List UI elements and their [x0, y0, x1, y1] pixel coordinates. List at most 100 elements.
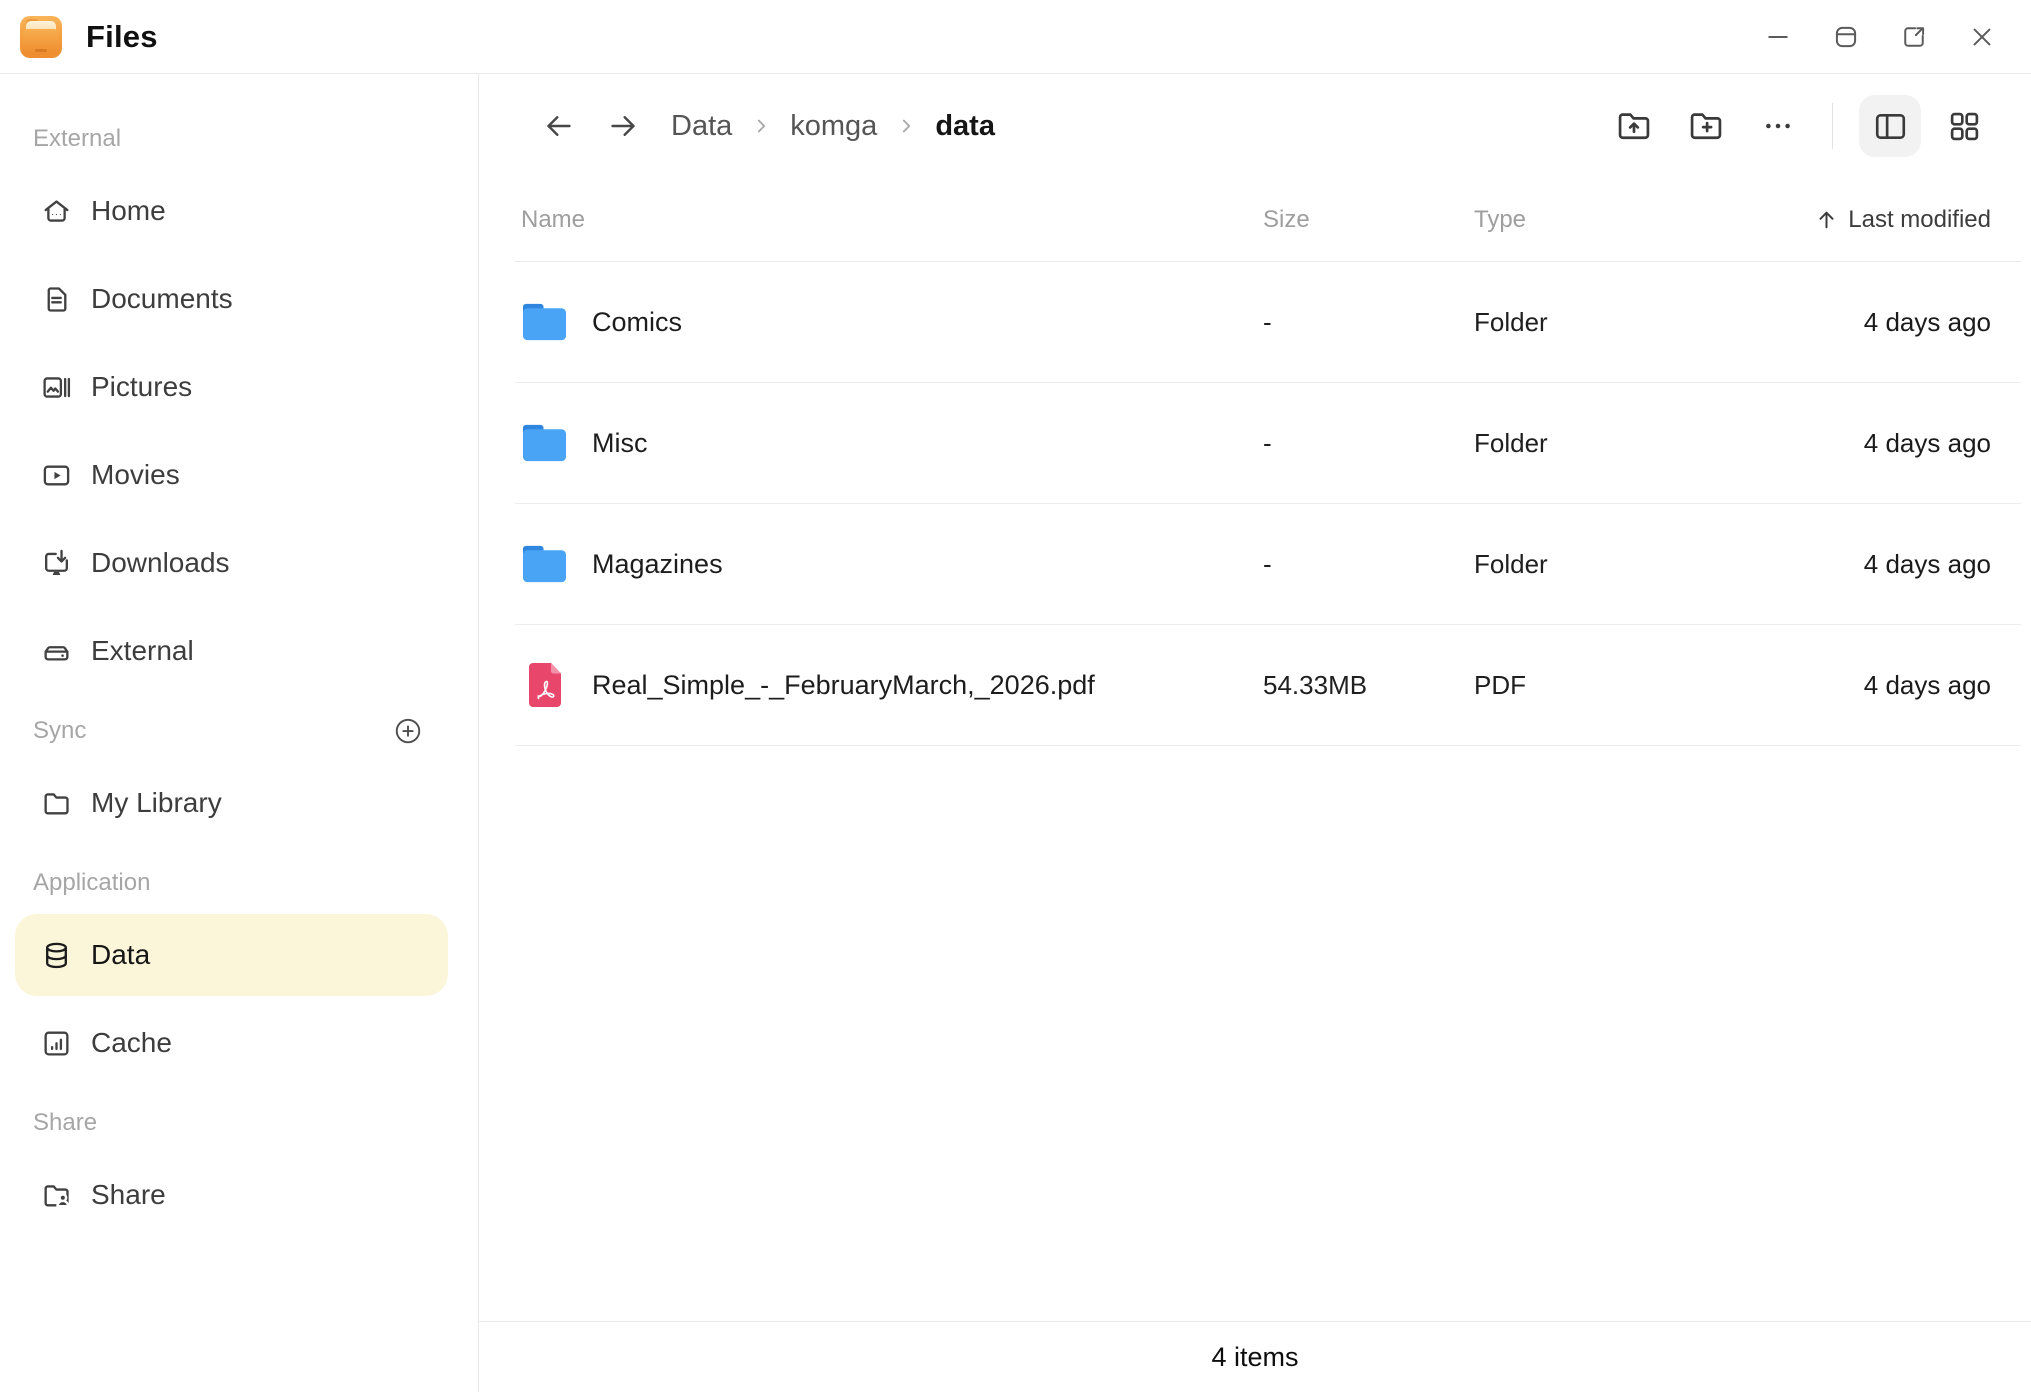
- window-content: External Home Documents Pictures: [0, 74, 2031, 1392]
- file-modified: 4 days ago: [1864, 307, 2021, 338]
- file-name: Real_Simple_-_FebruaryMarch,_2026.pdf: [592, 670, 1095, 701]
- forward-button[interactable]: [605, 108, 641, 144]
- statusbar: 4 items: [479, 1321, 2031, 1392]
- item-count: 4 items: [1211, 1342, 1298, 1373]
- breadcrumb-item-current[interactable]: data: [935, 110, 995, 143]
- file-size: -: [1263, 428, 1474, 459]
- folder-plus-icon: [1687, 107, 1725, 145]
- files-app-icon: [20, 16, 62, 58]
- section-label: Sync: [33, 717, 86, 745]
- file-name: Magazines: [592, 549, 723, 580]
- breadcrumb-item-komga[interactable]: komga: [790, 110, 877, 143]
- minimize-button[interactable]: [1763, 22, 1793, 52]
- cache-icon: [40, 1027, 72, 1059]
- chevron-right-icon: [893, 113, 919, 139]
- movies-icon: [40, 459, 72, 491]
- sidebar-item-my-library[interactable]: My Library: [15, 762, 448, 844]
- section-label: External: [33, 125, 121, 153]
- sidebar-item-share[interactable]: Share: [15, 1154, 448, 1236]
- column-header-size[interactable]: Size: [1263, 206, 1474, 234]
- blue-folder-icon: [521, 540, 568, 588]
- file-type: Folder: [1474, 549, 1781, 580]
- drive-icon: [40, 635, 72, 667]
- files-window: Files External: [0, 0, 2031, 1392]
- table-row-comics[interactable]: Comics - Folder 4 days ago: [515, 262, 2021, 383]
- sort-arrow-up-icon: [1814, 207, 1839, 232]
- table-header: Name Size Type Last modified: [515, 178, 2021, 262]
- sidebar-item-label: Cache: [91, 1027, 172, 1059]
- column-header-type[interactable]: Type: [1474, 206, 1781, 234]
- chevron-right-icon: [748, 113, 774, 139]
- section-label: Share: [33, 1109, 97, 1137]
- file-type: PDF: [1474, 670, 1781, 701]
- titlebar: Files: [0, 0, 2031, 74]
- file-type: Folder: [1474, 307, 1781, 338]
- move-to-folder-button[interactable]: [1614, 106, 1654, 146]
- file-size: -: [1263, 549, 1474, 580]
- list-view-toggle[interactable]: [1859, 95, 1921, 157]
- file-modified: 4 days ago: [1864, 428, 2021, 459]
- sidebar-item-label: Data: [91, 939, 150, 971]
- app-title: Files: [86, 19, 158, 55]
- open-new-window-button[interactable]: [1899, 22, 1929, 52]
- grid-view-toggle[interactable]: [1933, 95, 1995, 157]
- new-folder-button[interactable]: [1686, 106, 1726, 146]
- sidebar-section-external: External: [33, 118, 423, 160]
- file-table: Name Size Type Last modified Comics: [515, 178, 2021, 746]
- table-row-magazines[interactable]: Magazines - Folder 4 days ago: [515, 504, 2021, 625]
- maximize-button[interactable]: [1831, 22, 1861, 52]
- sidebar-item-pictures[interactable]: Pictures: [15, 346, 448, 428]
- more-options-button[interactable]: [1758, 106, 1798, 146]
- file-type: Folder: [1474, 428, 1781, 459]
- downloads-icon: [40, 547, 72, 579]
- file-modified: 4 days ago: [1864, 549, 2021, 580]
- sidebar-item-label: Movies: [91, 459, 180, 491]
- folder-up-icon: [1615, 107, 1653, 145]
- sidebar-item-label: Pictures: [91, 371, 192, 403]
- column-header-modified[interactable]: Last modified: [1814, 206, 2021, 234]
- file-name: Comics: [592, 307, 682, 338]
- toolbar: Data komga data: [479, 74, 2031, 178]
- sidebar-section-application: Application: [33, 862, 423, 904]
- breadcrumb: Data komga data: [671, 110, 995, 143]
- sidebar-section-share: Share: [33, 1102, 423, 1144]
- sidebar-item-movies[interactable]: Movies: [15, 434, 448, 516]
- folder-user-icon: [40, 1179, 72, 1211]
- database-icon: [40, 939, 72, 971]
- close-button[interactable]: [1967, 22, 1997, 52]
- sidebar-item-label: Home: [91, 195, 166, 227]
- column-header-name[interactable]: Name: [515, 206, 1263, 234]
- toolbar-divider: [1832, 103, 1833, 149]
- sidebar-item-data[interactable]: Data: [15, 914, 448, 996]
- sidebar-item-label: Share: [91, 1179, 166, 1211]
- section-label: Application: [33, 869, 150, 897]
- main-panel: Data komga data: [479, 74, 2031, 1392]
- pictures-icon: [40, 371, 72, 403]
- blue-folder-icon: [521, 298, 568, 346]
- pdf-file-icon: [521, 661, 568, 709]
- sidebar-item-documents[interactable]: Documents: [15, 258, 448, 340]
- blue-folder-icon: [521, 419, 568, 467]
- sidebar-item-label: My Library: [91, 787, 222, 819]
- table-row-pdf[interactable]: Real_Simple_-_FebruaryMarch,_2026.pdf 54…: [515, 625, 2021, 746]
- sidebar-item-home[interactable]: Home: [15, 170, 448, 252]
- table-row-misc[interactable]: Misc - Folder 4 days ago: [515, 383, 2021, 504]
- sidebar-item-downloads[interactable]: Downloads: [15, 522, 448, 604]
- file-size: -: [1263, 307, 1474, 338]
- window-controls: [1763, 22, 1997, 52]
- ellipsis-icon: [1760, 108, 1796, 144]
- add-sync-button[interactable]: [393, 716, 423, 746]
- app-identity: Files: [20, 16, 158, 58]
- home-icon: [40, 195, 72, 227]
- folder-icon: [40, 787, 72, 819]
- file-modified: 4 days ago: [1864, 670, 2021, 701]
- breadcrumb-item-data[interactable]: Data: [671, 110, 732, 143]
- sidebar-item-cache[interactable]: Cache: [15, 1002, 448, 1084]
- sidebar-item-label: Downloads: [91, 547, 230, 579]
- file-size: 54.33MB: [1263, 670, 1474, 701]
- sidebar-item-label: External: [91, 635, 194, 667]
- back-button[interactable]: [541, 108, 577, 144]
- sidebar-item-external-drive[interactable]: External: [15, 610, 448, 692]
- document-icon: [40, 283, 72, 315]
- file-name: Misc: [592, 428, 648, 459]
